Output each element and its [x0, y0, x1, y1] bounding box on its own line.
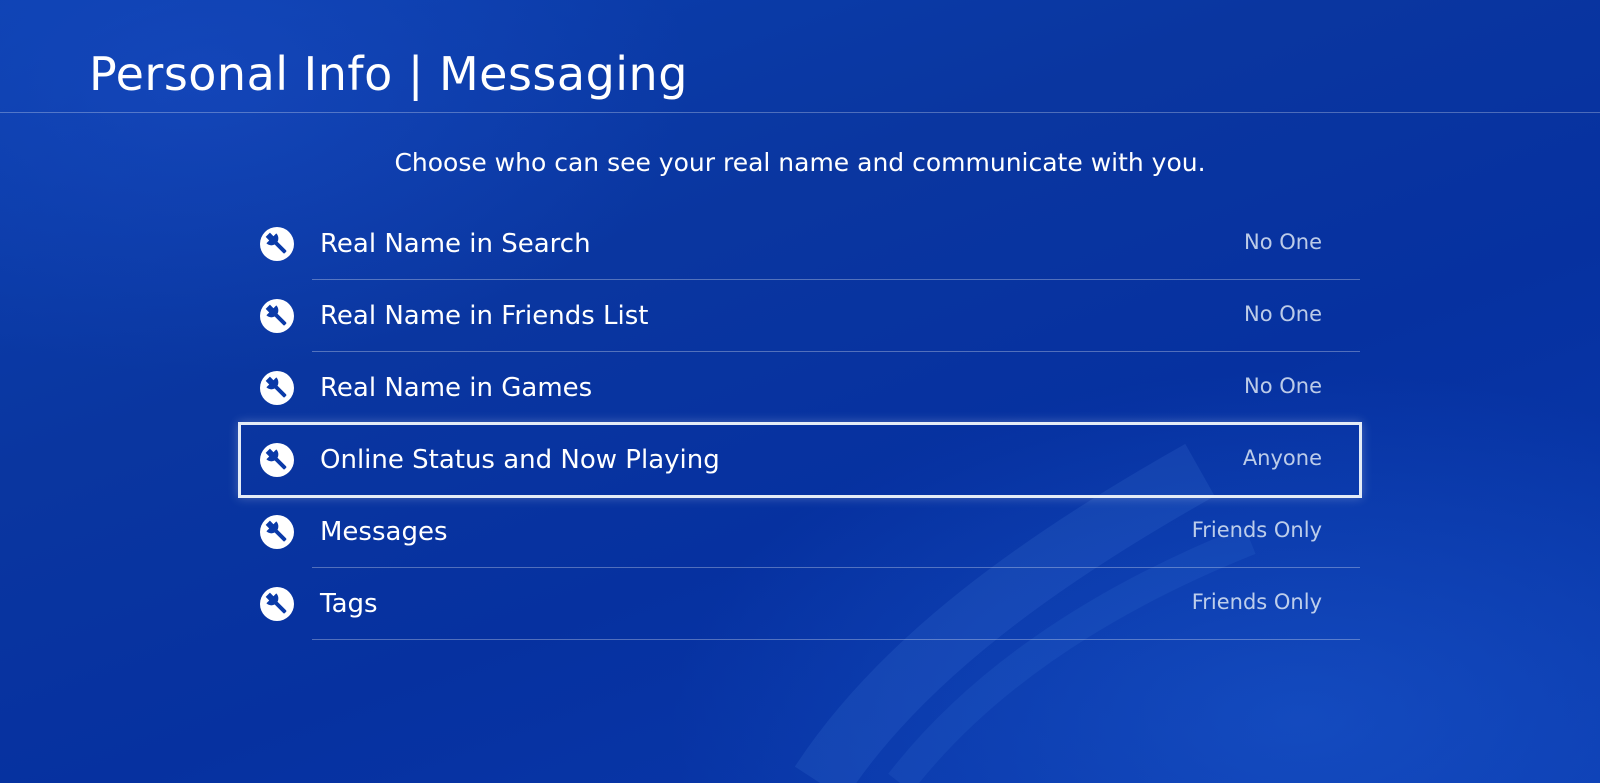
setting-row-real-name-in-games[interactable]: Real Name in Games No One [240, 352, 1360, 424]
wrench-icon [260, 443, 294, 477]
setting-value: No One [1244, 302, 1322, 326]
wrench-icon [260, 227, 294, 261]
setting-label: Real Name in Friends List [320, 301, 649, 331]
setting-row-real-name-in-friends-list[interactable]: Real Name in Friends List No One [240, 280, 1360, 352]
setting-label: Tags [320, 589, 378, 619]
setting-value: No One [1244, 374, 1322, 398]
wrench-icon [260, 587, 294, 621]
page-subtitle: Choose who can see your real name and co… [394, 148, 1206, 177]
wrench-icon [260, 299, 294, 333]
title-divider [0, 112, 1600, 113]
setting-label: Messages [320, 517, 448, 547]
setting-value: Friends Only [1191, 590, 1322, 614]
settings-list: Real Name in Search No One Real Name in … [238, 208, 1362, 640]
row-divider [312, 639, 1360, 640]
setting-label: Real Name in Games [320, 373, 593, 403]
setting-value: Friends Only [1191, 518, 1322, 542]
setting-row-online-status-and-now-playing[interactable]: Online Status and Now Playing Anyone [238, 422, 1362, 498]
wrench-icon [260, 515, 294, 549]
setting-row-real-name-in-search[interactable]: Real Name in Search No One [240, 208, 1360, 280]
setting-row-tags[interactable]: Tags Friends Only [240, 568, 1360, 640]
setting-label: Real Name in Search [320, 229, 591, 259]
page-title: Personal Info | Messaging [89, 47, 688, 101]
wrench-icon [260, 371, 294, 405]
setting-label: Online Status and Now Playing [320, 445, 720, 475]
setting-row-messages[interactable]: Messages Friends Only [240, 496, 1360, 568]
setting-value: No One [1244, 230, 1322, 254]
setting-value: Anyone [1242, 446, 1322, 470]
